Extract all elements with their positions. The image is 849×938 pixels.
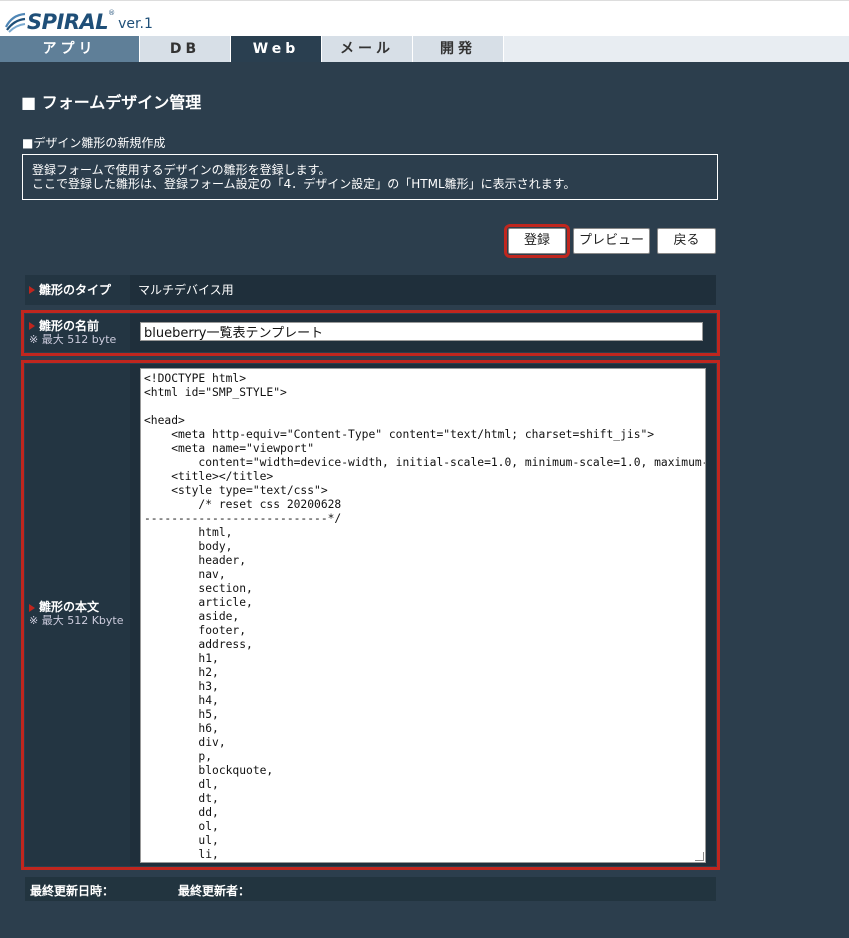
- tab-web[interactable]: Web: [231, 36, 322, 62]
- spiral-logo: SPIRAL ® ver.1: [4, 7, 153, 33]
- info-line-2: ここで登録した雛形は、登録フォーム設定の「4．デザイン設定」の「HTML雛形」に…: [32, 177, 576, 191]
- section-title: ■デザイン雛形の新規作成: [22, 136, 166, 150]
- info-line-1: 登録フォームで使用するデザインの雛形を登録します。: [32, 163, 331, 177]
- update-info-row: 最終更新日時： 最終更新者：: [25, 877, 716, 901]
- template-body-label: 雛形の本文: [39, 600, 100, 614]
- register-button[interactable]: 登録: [504, 224, 570, 258]
- brand-name: SPIRAL: [27, 10, 109, 34]
- tab-mail[interactable]: メール: [322, 36, 413, 62]
- template-type-label: 雛形のタイプ: [39, 283, 112, 297]
- template-body-row: 雛形の本文 ※ 最大 512 Kbyte <!DOCTYPE html> <ht…: [21, 360, 720, 870]
- preview-button[interactable]: プレビュー: [573, 228, 650, 254]
- registered-mark: ®: [108, 9, 116, 17]
- template-body-value-cell: <!DOCTYPE html> <html id="SMP_STYLE"> <h…: [132, 364, 716, 866]
- template-name-label-cell: 雛形の名前 ※ 最大 512 byte: [25, 314, 130, 352]
- template-body-textarea[interactable]: <!DOCTYPE html> <html id="SMP_STYLE"> <h…: [140, 368, 706, 863]
- tab-development[interactable]: 開発: [413, 36, 504, 62]
- main-tabs: アプリ DB Web メール 開発: [0, 36, 849, 62]
- template-type-value: マルチデバイス用: [132, 275, 716, 305]
- marker-icon: [29, 322, 35, 330]
- updated-at-label: 最終更新日時：: [30, 884, 115, 898]
- tab-bar-filler: [504, 36, 849, 62]
- template-type-row: 雛形のタイプ マルチデバイス用: [25, 275, 716, 305]
- template-name-input[interactable]: [140, 322, 703, 341]
- template-name-note: ※ 最大 512 byte: [29, 333, 117, 346]
- tab-db[interactable]: DB: [140, 36, 231, 62]
- template-body-note: ※ 最大 512 Kbyte: [29, 614, 124, 627]
- template-body-code: <!DOCTYPE html> <html id="SMP_STYLE"> <h…: [144, 372, 705, 861]
- template-type-text: マルチデバイス用: [138, 283, 234, 297]
- back-button[interactable]: 戻る: [657, 228, 716, 254]
- template-type-label-cell: 雛形のタイプ: [25, 275, 130, 305]
- marker-icon: [29, 604, 35, 612]
- top-bar: SPIRAL ® ver.1: [0, 0, 849, 36]
- template-body-label-cell: 雛形の本文 ※ 最大 512 Kbyte: [25, 364, 130, 866]
- template-name-row: 雛形の名前 ※ 最大 512 byte: [21, 310, 720, 356]
- resize-handle-icon[interactable]: [695, 852, 704, 861]
- template-name-value-cell: [132, 314, 716, 352]
- marker-icon: [29, 286, 35, 294]
- template-name-label: 雛形の名前: [39, 319, 100, 333]
- main-panel: ■ フォームデザイン管理 ■デザイン雛形の新規作成 登録フォームで使用するデザイ…: [0, 62, 849, 938]
- spiral-logo-icon: [5, 12, 26, 33]
- updated-by-label: 最終更新者：: [178, 884, 251, 898]
- page-title: ■ フォームデザイン管理: [21, 93, 202, 112]
- info-box: 登録フォームで使用するデザインの雛形を登録します。 ここで登録した雛形は、登録フ…: [22, 154, 718, 200]
- version-label: ver.1: [118, 16, 153, 32]
- tab-app[interactable]: アプリ: [0, 36, 140, 62]
